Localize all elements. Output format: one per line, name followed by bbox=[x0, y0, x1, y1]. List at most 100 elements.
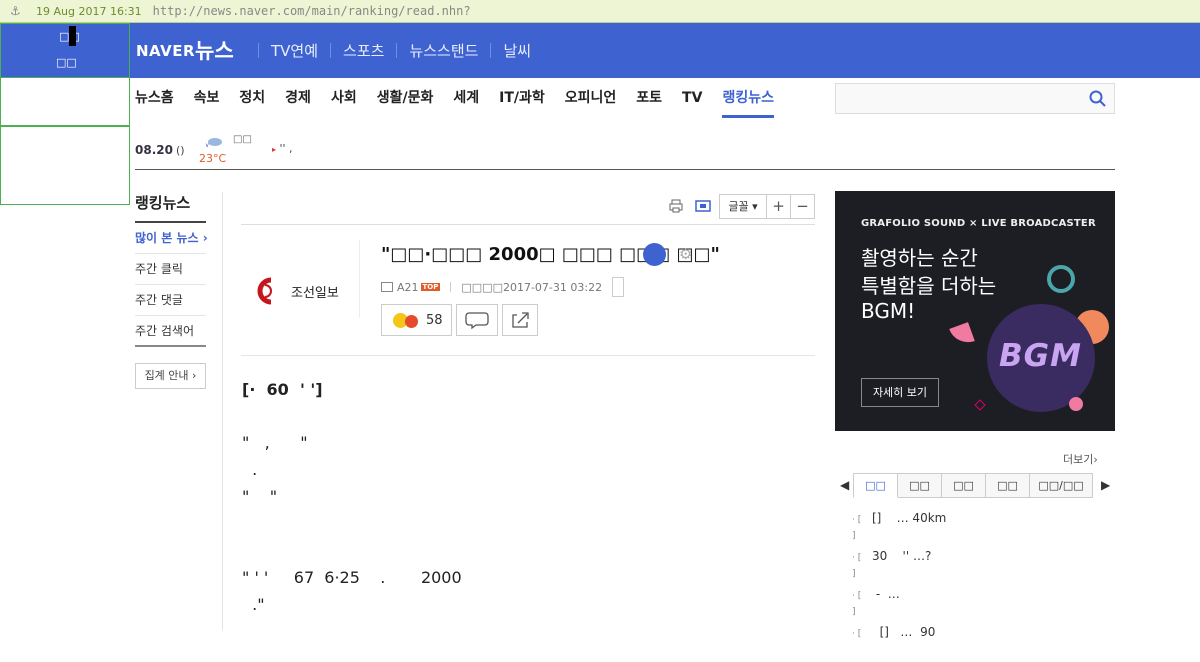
top-badge: TOP bbox=[420, 283, 441, 291]
nav-sports[interactable]: 스포츠 bbox=[343, 40, 384, 61]
ranking-tab[interactable]: □□ bbox=[853, 473, 898, 498]
cat-it-science[interactable]: IT/과학 bbox=[499, 78, 545, 118]
chevron-right-icon: › bbox=[202, 231, 208, 245]
nav-tv-entertainment[interactable]: TV연예 bbox=[271, 40, 318, 61]
list-item[interactable]: · [ ] 30 '' …? bbox=[852, 548, 1102, 586]
rank-title[interactable]: 30 '' …? bbox=[872, 549, 931, 563]
weather-extra-text: '' , bbox=[279, 142, 293, 155]
anchor-icon[interactable]: ⚓ bbox=[10, 4, 24, 18]
ad-decoration bbox=[1069, 397, 1083, 411]
rank-title[interactable]: [] … 40km bbox=[872, 511, 946, 525]
weather-strip: 08.20 () ∨ □□ 23°C ▸ '' , bbox=[135, 130, 1115, 170]
weather-temp: 23°C bbox=[199, 152, 227, 165]
cat-opinion[interactable]: 오피니언 bbox=[565, 78, 617, 118]
divider bbox=[241, 355, 815, 356]
reaction-count: 58 bbox=[426, 313, 443, 328]
angry-icon bbox=[405, 315, 418, 328]
rank-title[interactable]: - … bbox=[872, 587, 900, 601]
article-meta: A21 TOP □□□□ 2017-07-31 03:22 bbox=[381, 277, 625, 297]
header-nav: TV연예 스포츠 뉴스스탠드 날씨 bbox=[246, 40, 531, 61]
cat-news-home[interactable]: 뉴스홈 bbox=[135, 78, 174, 118]
more-link[interactable]: 더보기› bbox=[1063, 451, 1098, 467]
original-link-button[interactable] bbox=[612, 277, 625, 297]
triangle-icon: ▸ bbox=[272, 145, 277, 154]
cat-politics[interactable]: 정치 bbox=[239, 78, 265, 118]
font-decrease-button[interactable]: − bbox=[790, 194, 815, 219]
reporter-badge-icon[interactable] bbox=[643, 243, 666, 266]
divider bbox=[359, 240, 360, 318]
cat-ranking[interactable]: 랭킹뉴스 bbox=[722, 78, 774, 118]
archive-overlay-panel[interactable] bbox=[0, 78, 130, 126]
ranking-tab[interactable]: □□ bbox=[942, 473, 986, 498]
article-body: [· 60 ' '] " , " . " " " ' ' 67 6·25 . 2… bbox=[242, 376, 812, 618]
ranking-list: · [ ] [] … 40km · [ ] 30 '' …? · [ ] - …… bbox=[852, 510, 1102, 662]
press-logo[interactable]: 조선일보 bbox=[255, 276, 350, 306]
ranking-tab[interactable]: □□/□□ bbox=[1030, 473, 1093, 498]
reaction-button[interactable]: 58 bbox=[381, 304, 452, 336]
list-item[interactable]: · [ ] [] … 40km bbox=[852, 510, 1102, 548]
weather-label: □□ bbox=[233, 134, 252, 145]
nav-newsstand[interactable]: 뉴스스탠드 bbox=[409, 40, 478, 61]
next-arrow-icon[interactable]: ▶ bbox=[1101, 478, 1110, 492]
rank-number: · [ ] bbox=[852, 553, 862, 579]
font-increase-button[interactable]: + bbox=[766, 194, 791, 219]
article-toolbar: 글꼴 ▾ + − bbox=[241, 192, 815, 225]
archive-overlay[interactable]: □□ □□ bbox=[0, 23, 130, 78]
news-logo[interactable]: 뉴스 bbox=[195, 35, 234, 65]
cat-society[interactable]: 사회 bbox=[331, 78, 357, 118]
rank-number: · [ bbox=[852, 629, 862, 639]
ranking-tabs: □□ □□ □□ □□ □□/□□ bbox=[853, 473, 1093, 498]
text-cursor bbox=[69, 26, 76, 46]
weather-day: () bbox=[176, 144, 185, 157]
ad-copy: BGM! bbox=[861, 299, 916, 323]
menu-most-viewed[interactable]: 많이 본 뉴스 › bbox=[135, 223, 208, 254]
aggregation-info-button[interactable]: 집계 안내 › bbox=[135, 363, 206, 389]
comment-button[interactable] bbox=[456, 304, 498, 336]
ranking-tab[interactable]: □□ bbox=[986, 473, 1030, 498]
prev-arrow-icon[interactable]: ◀ bbox=[840, 478, 849, 492]
search-icon[interactable] bbox=[1089, 90, 1106, 107]
print-icon[interactable] bbox=[669, 199, 683, 213]
rank-title[interactable]: [] … 90 bbox=[872, 625, 936, 639]
divider bbox=[222, 192, 223, 630]
naver-logo[interactable]: NAVER bbox=[136, 42, 195, 60]
article-paragraph: . bbox=[242, 460, 258, 479]
nav-weather[interactable]: 날씨 bbox=[503, 40, 531, 61]
menu-weekly-search[interactable]: 주간 검색어 bbox=[135, 316, 206, 347]
search-input[interactable] bbox=[835, 83, 1115, 114]
archive-url[interactable]: http://news.naver.com/main/ranking/read.… bbox=[153, 4, 471, 18]
article-paragraph: " " bbox=[242, 487, 278, 506]
rank-number: · [ ] bbox=[852, 591, 862, 617]
ad-decoration bbox=[949, 322, 975, 348]
cat-tv[interactable]: TV bbox=[682, 78, 702, 118]
menu-weekly-click[interactable]: 주간 클릭 bbox=[135, 254, 206, 285]
font-button[interactable]: 글꼴 ▾ bbox=[719, 194, 767, 219]
ranking-tab[interactable]: □□ bbox=[898, 473, 942, 498]
left-menu: 랭킹뉴스 많이 본 뉴스 › 주간 클릭 주간 댓글 주간 검색어 집계 안내 … bbox=[135, 192, 208, 389]
cat-photo[interactable]: 포토 bbox=[636, 78, 662, 118]
article-paragraph: ." bbox=[242, 595, 265, 614]
overlay-line2: □□ bbox=[56, 56, 77, 69]
archive-overlay-panel-2[interactable] bbox=[0, 126, 130, 205]
scrap-icon[interactable] bbox=[695, 199, 711, 213]
ad-copy: 특별함을 더하는 bbox=[861, 274, 997, 298]
svg-text:∨: ∨ bbox=[205, 142, 209, 148]
article-paragraph: " ' ' 67 6·25 . 2000 bbox=[242, 568, 462, 587]
category-nav: 뉴스홈 속보 정치 경제 사회 생활/문화 세계 IT/과학 오피니언 포토 T… bbox=[135, 78, 794, 118]
gear-icon[interactable]: ⚙ bbox=[679, 247, 694, 262]
newspaper-icon bbox=[381, 282, 393, 292]
article-date: 2017-07-31 03:22 bbox=[502, 280, 603, 294]
ad-decoration bbox=[974, 399, 986, 411]
cat-breaking[interactable]: 속보 bbox=[194, 78, 220, 118]
menu-weekly-comment[interactable]: 주간 댓글 bbox=[135, 285, 206, 316]
share-icon bbox=[512, 312, 529, 328]
ad-details-button[interactable]: 자세히 보기 bbox=[861, 378, 939, 407]
cat-world[interactable]: 세계 bbox=[453, 78, 479, 118]
archive-date[interactable]: 19 Aug 2017 16:31 bbox=[36, 5, 142, 18]
cat-economy[interactable]: 경제 bbox=[285, 78, 311, 118]
share-button[interactable] bbox=[502, 304, 538, 336]
list-item[interactable]: · [ ] - … bbox=[852, 586, 1102, 624]
press-name: 조선일보 bbox=[291, 286, 339, 301]
ad-banner[interactable]: GRAFOLIO SOUND × LIVE BROADCASTER 촬영하는 순… bbox=[835, 191, 1115, 431]
cat-life-culture[interactable]: 생활/문화 bbox=[377, 78, 434, 118]
